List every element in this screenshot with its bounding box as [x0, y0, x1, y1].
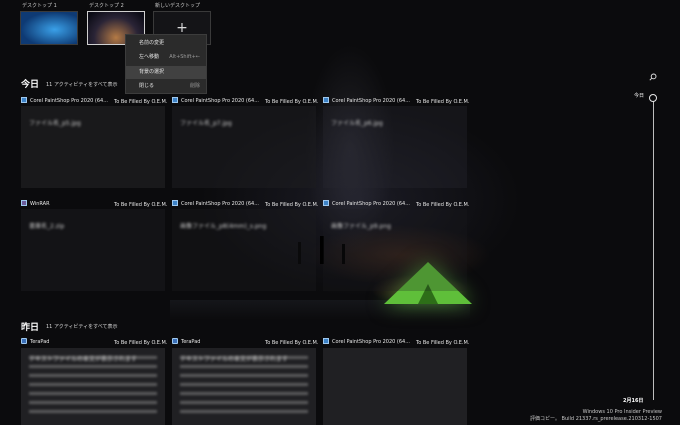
card-header: WinRAR: [21, 200, 50, 208]
card-content-text: 画像ファイル_p8(4mm)_s.png: [180, 223, 267, 230]
paintshop-app-icon: [21, 97, 27, 103]
activity-card[interactable]: 画像ファイル_p9.png: [323, 209, 467, 291]
card-content-text: テキストファイルの本文が表示されます: [180, 356, 288, 363]
watermark-line-1: Windows 10 Pro Insider Preview: [582, 409, 662, 415]
section-title-yesterday: 昨日: [21, 323, 40, 333]
timeline-handle[interactable]: [649, 94, 657, 102]
desktop-context-menu: 名前の変更 左へ移動 Alt+Shift+← 背景の選択 閉じる 削除: [125, 34, 207, 94]
activity-card[interactable]: ファイル名_p7.jpg: [172, 106, 316, 188]
menu-item-label: 名前の変更: [139, 40, 165, 46]
menu-item-move-left[interactable]: 左へ移動 Alt+Shift+←: [126, 51, 206, 64]
card-header: Corel PaintShop Pro 2020 (64...: [172, 200, 259, 208]
activity-card[interactable]: [323, 348, 467, 425]
card-content-text: 画像ファイル_p9.png: [331, 223, 391, 230]
card-device: To Be Filled By O.E.M.: [416, 340, 470, 346]
new-desktop-label: 新しいデスクトップ: [155, 3, 201, 9]
menu-item-choose-background[interactable]: 背景の選択: [126, 66, 206, 79]
paintshop-app-icon: [323, 97, 329, 103]
card-device: To Be Filled By O.E.M.: [416, 202, 470, 208]
desktop-1-label: デスクトップ 1: [22, 3, 57, 9]
watermark-line-2: 評価コピー。 Build 21337.rs_prerelease.210312-…: [530, 416, 662, 422]
card-app-name: Corel PaintShop Pro 2020 (64...: [181, 98, 260, 104]
card-device: To Be Filled By O.E.M.: [416, 99, 470, 105]
card-app-name: Corel PaintShop Pro 2020 (64...: [332, 339, 411, 345]
card-header: Corel PaintShop Pro 2020 (64...: [323, 200, 410, 208]
see-all-yesterday-link[interactable]: 11 アクティビティをすべて表示: [46, 323, 118, 330]
paintshop-app-icon: [172, 200, 178, 206]
card-content-text: ファイル名_p7.jpg: [180, 120, 232, 127]
terapad-app-icon: [172, 338, 178, 344]
winrar-app-icon: [21, 200, 27, 206]
card-content-preview: [180, 356, 308, 417]
card-header: Corel PaintShop Pro 2020 (64...: [21, 97, 108, 105]
card-content-text: ファイル名_p6.jpg: [331, 120, 383, 127]
menu-item-shortcut: 削除: [189, 83, 200, 89]
card-header: TeraPad: [21, 338, 49, 346]
section-title-today: 今日: [21, 80, 40, 90]
timeline-date-label: 2月16日: [623, 398, 644, 404]
timeline-today-label: 今日: [634, 93, 645, 99]
card-content-text: 書庫名_2.zip: [29, 223, 65, 230]
virtual-desktops-bar: デスクトップ 1 デスクトップ 2 新しいデスクトップ +: [0, 0, 680, 58]
terapad-app-icon: [21, 338, 27, 344]
activity-card[interactable]: 書庫名_2.zip: [21, 209, 165, 291]
desktop-1-thumbnail[interactable]: [20, 11, 78, 45]
card-device: To Be Filled By O.E.M.: [265, 99, 319, 105]
paintshop-app-icon: [172, 97, 178, 103]
activity-card[interactable]: テキストファイルの本文が表示されます: [21, 348, 165, 425]
activity-card[interactable]: テキストファイルの本文が表示されます: [172, 348, 316, 425]
card-device: To Be Filled By O.E.M.: [114, 99, 168, 105]
timeline-track[interactable]: [653, 100, 654, 400]
card-device: To Be Filled By O.E.M.: [265, 202, 319, 208]
card-content-text: ファイル名_p5.jpg: [29, 120, 81, 127]
menu-item-label: 閉じる: [139, 83, 155, 89]
menu-item-shortcut: Alt+Shift+←: [169, 54, 200, 60]
menu-item-label: 背景の選択: [139, 69, 165, 75]
paintshop-app-icon: [323, 338, 329, 344]
activity-card[interactable]: ファイル名_p5.jpg: [21, 106, 165, 188]
card-app-name: TeraPad: [30, 339, 50, 345]
paintshop-app-icon: [323, 200, 329, 206]
activity-card[interactable]: ファイル名_p6.jpg: [323, 106, 467, 188]
activity-card[interactable]: 画像ファイル_p8(4mm)_s.png: [172, 209, 316, 291]
card-app-name: Corel PaintShop Pro 2020 (64...: [332, 201, 411, 207]
menu-item-rename[interactable]: 名前の変更: [126, 37, 206, 50]
see-all-today-link[interactable]: 11 アクティビティをすべて表示: [46, 81, 118, 88]
desktop-1[interactable]: デスクトップ 1: [20, 2, 78, 45]
menu-item-label: 左へ移動: [139, 54, 160, 60]
card-app-name: TeraPad: [181, 339, 201, 345]
card-app-name: Corel PaintShop Pro 2020 (64...: [181, 201, 260, 207]
card-header: TeraPad: [172, 338, 200, 346]
card-device: To Be Filled By O.E.M.: [265, 340, 319, 346]
card-content-preview: [29, 356, 157, 417]
menu-item-close[interactable]: 閉じる 削除: [126, 80, 206, 93]
desktop-2-label: デスクトップ 2: [89, 3, 124, 9]
card-header: Corel PaintShop Pro 2020 (64...: [172, 97, 259, 105]
card-app-name: WinRAR: [30, 201, 50, 207]
card-content-text: テキストファイルの本文が表示されます: [29, 356, 137, 363]
card-device: To Be Filled By O.E.M.: [114, 202, 168, 208]
card-header: Corel PaintShop Pro 2020 (64...: [323, 97, 410, 105]
build-watermark: Windows 10 Pro Insider Preview 評価コピー。 Bu…: [530, 409, 662, 423]
card-header: Corel PaintShop Pro 2020 (64...: [323, 338, 410, 346]
card-app-name: Corel PaintShop Pro 2020 (64...: [332, 98, 411, 104]
search-icon[interactable]: [649, 73, 657, 81]
card-app-name: Corel PaintShop Pro 2020 (64...: [30, 98, 109, 104]
card-device: To Be Filled By O.E.M.: [114, 340, 168, 346]
